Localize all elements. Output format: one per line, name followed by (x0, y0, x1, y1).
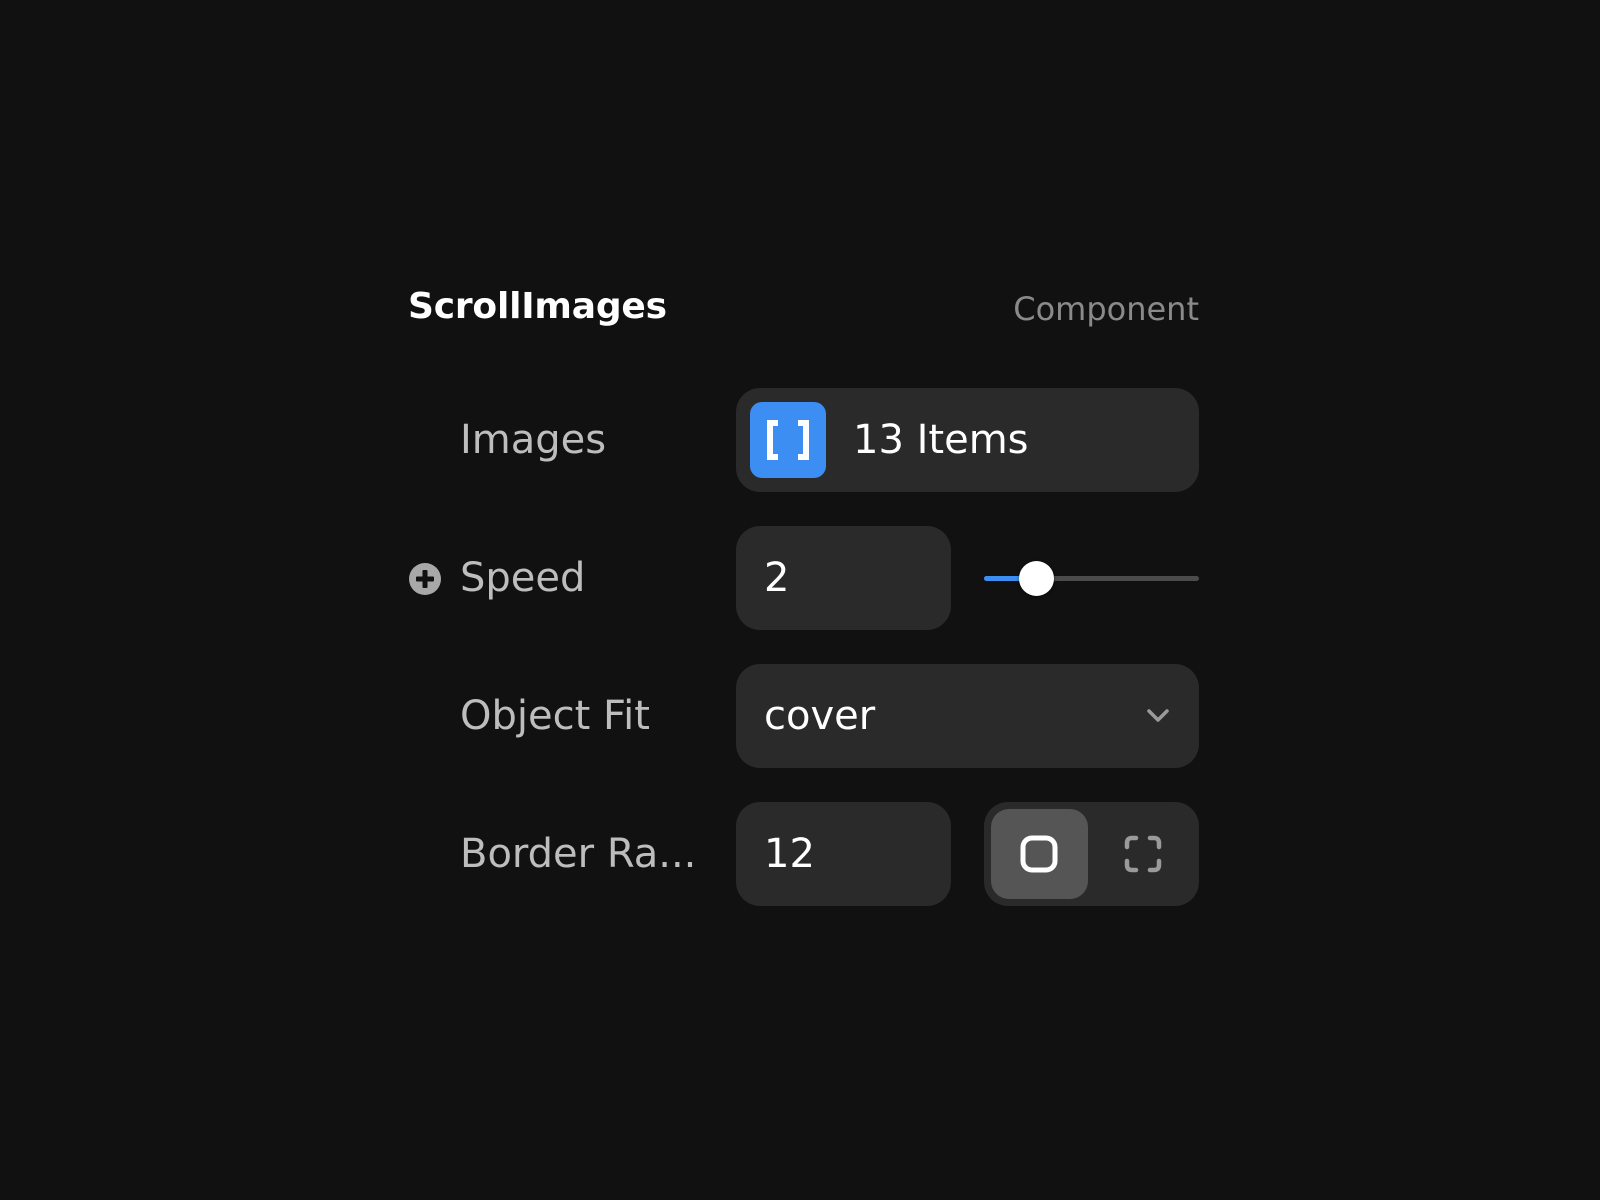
border-radius-input[interactable]: 12 (736, 802, 951, 906)
object-fit-label: Object Fit (460, 693, 650, 739)
object-fit-row: Object Fit cover (408, 664, 1199, 768)
speed-value: 2 (764, 555, 790, 601)
speed-label: Speed (460, 555, 586, 601)
component-type-label: Component (1013, 290, 1199, 328)
speed-row: Speed 2 (408, 526, 1199, 630)
uniform-radius-icon (1020, 835, 1058, 873)
border-radius-row: Border Ra... 12 (408, 802, 1199, 906)
border-radius-label: Border Ra... (460, 831, 697, 877)
per-corner-radius-icon (1124, 835, 1162, 873)
panel-header: ScrollImages Component (408, 282, 1199, 336)
add-circle-icon[interactable] (408, 562, 442, 596)
object-fit-value: cover (764, 693, 876, 739)
border-radius-value: 12 (764, 831, 815, 877)
images-label: Images (460, 417, 607, 463)
speed-input[interactable]: 2 (736, 526, 951, 630)
per-corner-radius-button[interactable] (1095, 809, 1192, 899)
chevron-down-icon (1147, 709, 1169, 722)
images-row: Images 13 Items (408, 388, 1199, 492)
property-panel: ScrollImages Component Images 13 Items S… (408, 282, 1199, 906)
speed-slider-thumb[interactable] (1018, 561, 1054, 596)
array-brackets-icon (750, 402, 826, 478)
radius-mode-toggle (984, 802, 1199, 906)
uniform-radius-button[interactable] (991, 809, 1088, 899)
component-title: ScrollImages (408, 286, 667, 327)
object-fit-select[interactable]: cover (736, 664, 1199, 768)
images-field[interactable]: 13 Items (736, 388, 1199, 492)
images-count: 13 Items (853, 417, 1029, 463)
speed-slider[interactable] (984, 561, 1199, 596)
